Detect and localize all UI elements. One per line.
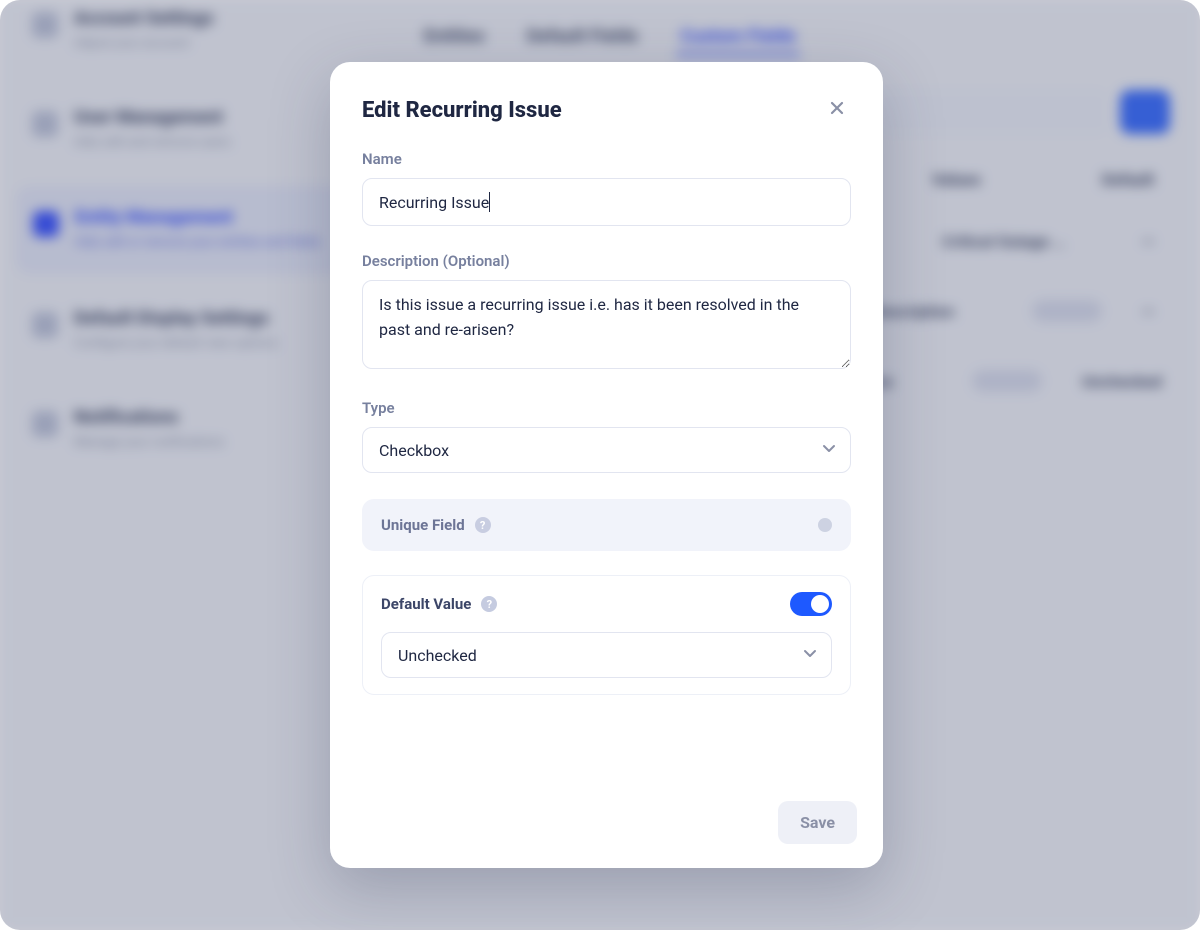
modal-title: Edit Recurring Issue <box>362 98 562 123</box>
name-input[interactable]: Recurring Issue <box>362 178 851 226</box>
save-button[interactable]: Save <box>778 801 857 844</box>
help-icon[interactable]: ? <box>475 517 491 533</box>
close-button[interactable] <box>823 96 851 124</box>
type-select[interactable]: Checkbox <box>362 427 851 473</box>
description-label: Description (Optional) <box>362 252 851 270</box>
type-label: Type <box>362 399 851 417</box>
default-value-panel: Default Value ? Unchecked <box>362 575 851 695</box>
edit-field-modal: Edit Recurring Issue Name Recurring Issu… <box>330 62 883 868</box>
default-value-label: Default Value <box>381 595 471 613</box>
unique-field-label: Unique Field <box>381 516 465 534</box>
close-icon <box>829 100 845 120</box>
unique-field-panel: Unique Field ? <box>362 499 851 551</box>
name-label: Name <box>362 150 851 168</box>
toggle-disabled-indicator <box>818 518 832 532</box>
text-caret <box>489 192 490 212</box>
default-value-toggle[interactable] <box>790 592 832 616</box>
default-value-select[interactable]: Unchecked <box>381 632 832 678</box>
description-textarea[interactable] <box>362 280 851 369</box>
toggle-knob <box>811 595 829 613</box>
name-input-value: Recurring Issue <box>379 193 489 212</box>
help-icon[interactable]: ? <box>481 596 497 612</box>
